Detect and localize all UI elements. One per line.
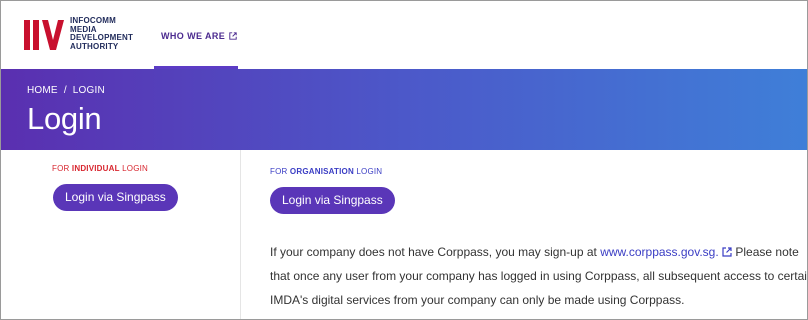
label-prefix: FOR [270,167,290,176]
label-suffix: LOGIN [119,164,149,173]
external-link-icon [722,247,732,257]
para-text: Please note [732,245,799,259]
organisation-singpass-login-button[interactable]: Login via Singpass [270,187,395,214]
nav-who-we-are-label: WHO WE ARE [161,31,226,41]
corppass-link[interactable]: www.corppass.gov.sg. [600,245,719,259]
individual-singpass-login-button[interactable]: Login via Singpass [53,184,178,211]
label-emphasis: INDIVIDUAL [71,164,120,173]
page-banner: HOME / LOGIN Login [1,69,807,150]
page-title: Login [27,101,102,136]
top-header: INFOCOMM MEDIA DEVELOPMENT AUTHORITY WHO… [1,1,807,69]
breadcrumb: HOME / LOGIN [27,85,111,96]
para-line: IMDA's digital services from your compan… [270,293,685,307]
corppass-info-paragraph: If your company does not have Corppass, … [270,240,808,312]
para-line: that once any user from your company has… [270,269,808,283]
external-link-icon [229,32,237,40]
label-emphasis: ORGANISATION [289,167,354,176]
para-text: If your company does not have Corppass, … [270,245,601,259]
breadcrumb-home[interactable]: HOME [27,85,58,96]
logo-line: AUTHORITY [70,41,119,51]
para-line: If your company does not have Corppass, … [270,240,807,264]
page: INFOCOMM MEDIA DEVELOPMENT AUTHORITY WHO… [0,0,808,320]
organisation-login-label: FOR ORGANISATION LOGIN [270,167,382,176]
individual-login-label: FOR INDIVIDUAL LOGIN [52,164,148,173]
imda-logo-mark-icon [24,20,64,50]
breadcrumb-current: LOGIN [72,85,105,96]
organisation-login-section: FOR ORGANISATION LOGIN Login via Singpas… [241,150,808,319]
label-prefix: FOR [52,164,72,173]
breadcrumb-separator: / [63,85,67,96]
individual-login-section: FOR INDIVIDUAL LOGIN Login via Singpass [1,150,241,319]
imda-logo[interactable]: INFOCOMM MEDIA DEVELOPMENT AUTHORITY [24,16,133,51]
nav-who-we-are[interactable]: WHO WE ARE [161,31,237,41]
logo-wordmark: INFOCOMM MEDIA DEVELOPMENT AUTHORITY [70,16,133,51]
label-suffix: LOGIN [353,167,383,176]
